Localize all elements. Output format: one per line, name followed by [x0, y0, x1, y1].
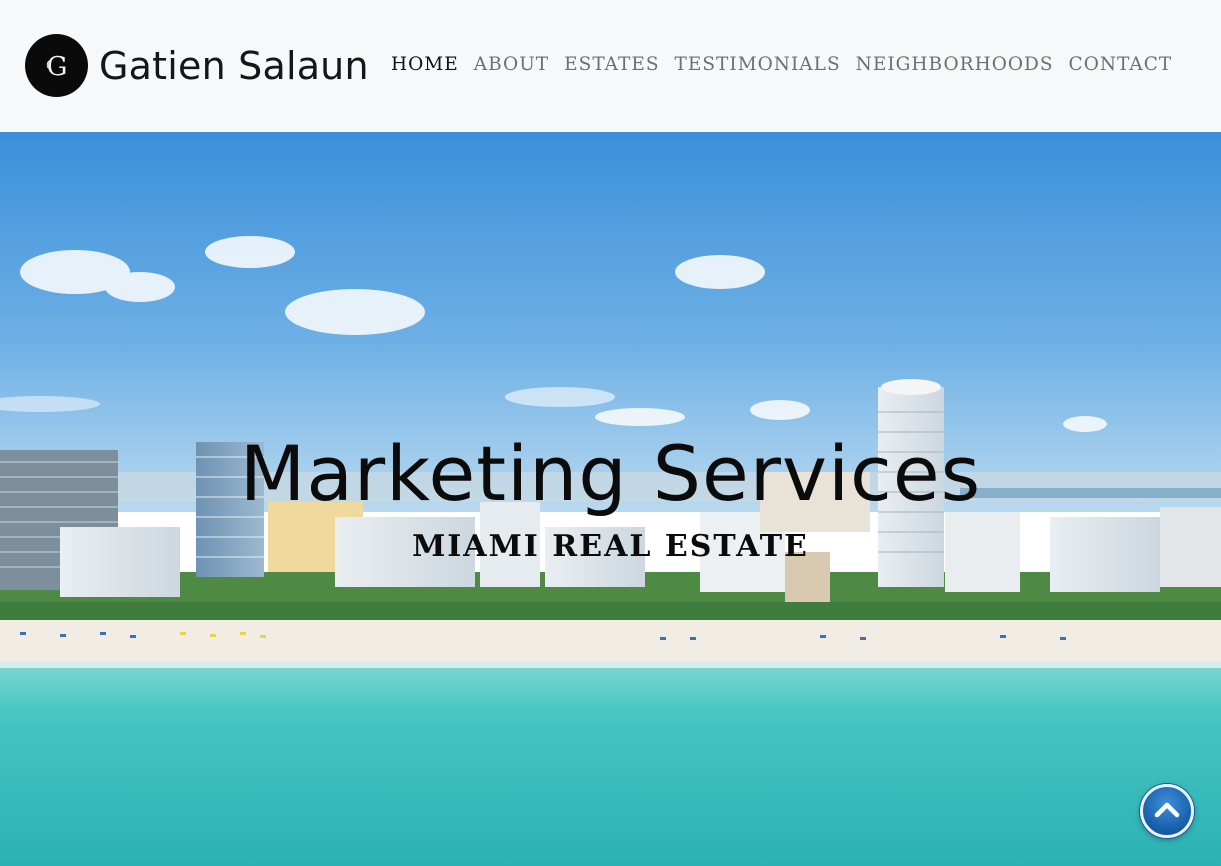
- site-header: G Gatien Salaun HOME ABOUT ESTATES TESTI…: [0, 0, 1221, 132]
- nav-item-neighborhoods[interactable]: NEIGHBORHOODS: [856, 53, 1054, 77]
- scroll-to-top-button[interactable]: [1140, 784, 1194, 838]
- nav-item-estates[interactable]: ESTATES: [564, 53, 659, 77]
- nav-item-home[interactable]: HOME: [391, 53, 459, 77]
- monogram-g-icon: G: [25, 34, 88, 97]
- nav-item-about[interactable]: ABOUT: [474, 53, 549, 77]
- nav-item-contact[interactable]: CONTACT: [1069, 53, 1173, 77]
- chevron-up-icon: [1154, 802, 1180, 818]
- hero-title: Marketing Services: [239, 429, 982, 518]
- brand-link[interactable]: G Gatien Salaun: [25, 34, 369, 97]
- brand-name: Gatien Salaun: [99, 43, 369, 88]
- nav-item-testimonials[interactable]: TESTIMONIALS: [675, 53, 841, 77]
- main-nav: HOME ABOUT ESTATES TESTIMONIALS NEIGHBOR…: [391, 53, 1172, 77]
- logo-letter: G: [46, 52, 67, 82]
- hero-subtitle: MIAMI REAL ESTATE: [412, 529, 809, 564]
- hero-section: Marketing Services MIAMI REAL ESTATE: [0, 132, 1221, 866]
